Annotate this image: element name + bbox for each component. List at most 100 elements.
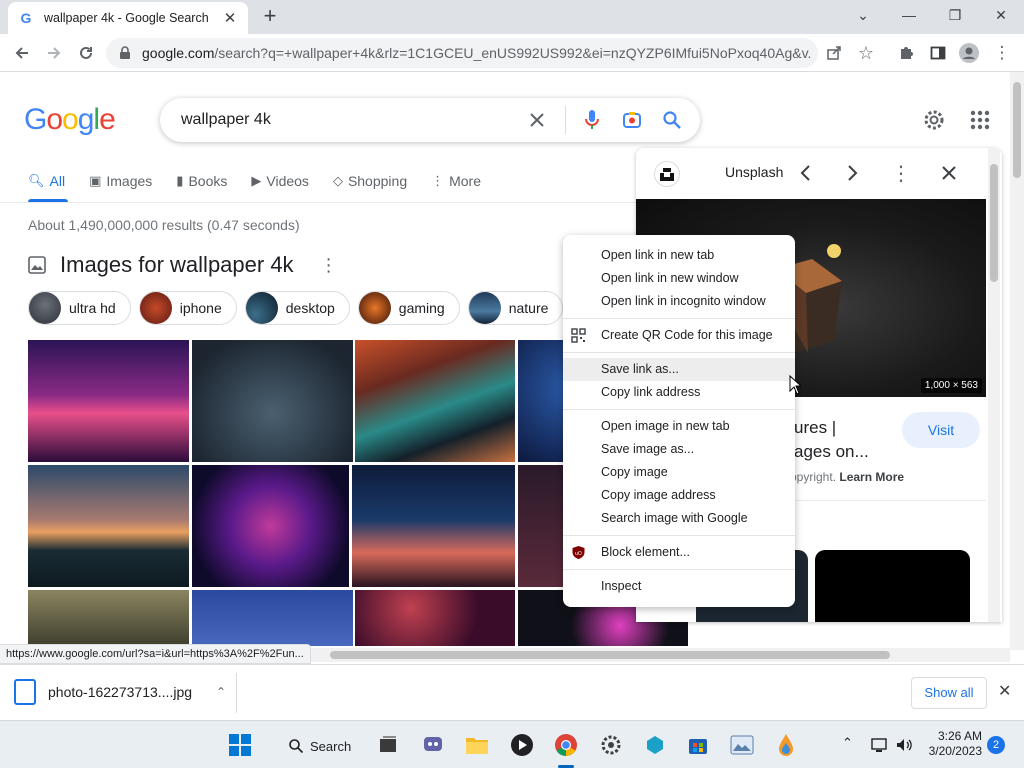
profile-button[interactable]	[957, 41, 981, 65]
photos-button[interactable]	[728, 731, 756, 759]
download-item[interactable]: photo-162273713....jpg ⌃	[14, 679, 226, 705]
more-vert-icon[interactable]: ⋮	[320, 255, 338, 276]
menu-save-link-as[interactable]: Save link as...	[563, 358, 795, 381]
tab-more[interactable]: ⋮ More	[431, 170, 481, 192]
menu-open-link-new-tab[interactable]: Open link in new tab	[563, 244, 795, 267]
visit-button[interactable]: Visit	[902, 412, 980, 448]
settings-app-button[interactable]	[597, 731, 625, 759]
google-logo[interactable]: Google	[24, 103, 116, 137]
tab-search-icon[interactable]: ⌄	[840, 0, 886, 30]
unsplash-logo-icon[interactable]	[654, 161, 680, 187]
menu-block-element[interactable]: uO Block element...	[563, 541, 795, 564]
related-image[interactable]	[815, 550, 970, 622]
menu-copy-image-address[interactable]: Copy image address	[563, 484, 795, 507]
camera-lens-icon[interactable]	[620, 108, 644, 132]
panel-scrollbar[interactable]	[988, 148, 1000, 622]
search-icon[interactable]	[660, 108, 684, 132]
search-input[interactable]: wallpaper 4k	[181, 111, 525, 129]
address-bar[interactable]: google.com/search?q=+wallpaper+4k&rlz=1C…	[106, 38, 818, 68]
previous-image-button[interactable]	[794, 162, 816, 184]
side-panel-button[interactable]	[926, 41, 950, 65]
bookmark-star-button[interactable]: ☆	[854, 41, 878, 65]
tab-videos[interactable]: ▶ Videos	[251, 170, 309, 192]
chrome-taskbar-button[interactable]	[552, 731, 580, 759]
url-host: google.com	[142, 45, 215, 61]
chip-desktop[interactable]: desktop	[244, 291, 350, 325]
tab-images[interactable]: ▣ Images	[89, 170, 152, 192]
chevron-up-icon[interactable]: ⌃	[216, 685, 226, 699]
chip-gaming[interactable]: gaming	[357, 291, 460, 325]
taskbar-clock[interactable]: 3:26 AM 3/20/2023	[920, 729, 982, 759]
image-result-trees[interactable]	[28, 590, 189, 646]
chip-nature[interactable]: nature	[467, 291, 564, 325]
tab-shopping[interactable]: ◇ Shopping	[333, 170, 407, 192]
chip-iphone[interactable]: iphone	[138, 291, 237, 325]
settings-gear-icon[interactable]	[922, 108, 948, 134]
new-tab-button[interactable]: +	[258, 5, 282, 29]
image-result-planet-horizon[interactable]	[352, 465, 515, 587]
book-icon: ▮	[176, 173, 184, 188]
show-all-downloads-button[interactable]: Show all	[911, 677, 987, 709]
start-button[interactable]	[226, 731, 254, 759]
lock-icon[interactable]	[118, 46, 132, 60]
panel-scroll-thumb[interactable]	[990, 164, 998, 282]
chat-app-button[interactable]	[419, 731, 447, 759]
back-button[interactable]	[10, 41, 34, 65]
restore-button[interactable]: ❐	[932, 0, 978, 30]
menu-open-link-incognito[interactable]: Open link in incognito window	[563, 290, 795, 313]
reload-button[interactable]	[74, 41, 98, 65]
image-result-synthwave-car[interactable]	[28, 340, 189, 462]
horizontal-scroll-thumb[interactable]	[330, 651, 890, 659]
menu-create-qr-code[interactable]: Create QR Code for this image	[563, 324, 795, 347]
show-hidden-icons-chevron[interactable]: ⌃	[842, 735, 853, 751]
browser-tab[interactable]: G wallpaper 4k - Google Search ✕	[8, 2, 248, 34]
close-preview-button[interactable]	[938, 162, 960, 184]
store-button[interactable]	[684, 731, 712, 759]
search-box[interactable]: wallpaper 4k	[160, 98, 700, 142]
image-result-pyramid[interactable]	[192, 340, 353, 462]
volume-icon[interactable]	[890, 731, 918, 759]
tab-books[interactable]: ▮ Books	[176, 170, 227, 192]
preview-source-name[interactable]: Unsplash	[725, 164, 783, 180]
app-button[interactable]	[641, 731, 669, 759]
results-count: About 1,490,000,000 results (0.47 second…	[28, 217, 300, 233]
clear-search-icon[interactable]	[525, 108, 549, 132]
share-icon	[827, 46, 841, 60]
share-button[interactable]	[822, 41, 846, 65]
image-result-blue-sky[interactable]	[192, 590, 353, 646]
tab-all[interactable]: 🔍︎ All	[28, 170, 65, 192]
image-result-cosmic-cat[interactable]	[192, 465, 349, 587]
preview-more-options[interactable]: ⋮	[890, 162, 912, 185]
menu-open-link-new-window[interactable]: Open link in new window	[563, 267, 795, 290]
chip-ultra-hd[interactable]: ultra hd	[28, 291, 131, 325]
vertical-scroll-thumb[interactable]	[1013, 82, 1021, 178]
google-apps-icon[interactable]	[970, 110, 992, 132]
learn-more-link[interactable]: Learn More	[839, 470, 904, 484]
menu-search-image-google[interactable]: Search image with Google	[563, 507, 795, 530]
menu-copy-link-address[interactable]: Copy link address	[563, 381, 795, 404]
notification-badge[interactable]: 2	[987, 736, 1005, 754]
task-view-button[interactable]	[374, 731, 402, 759]
media-player-button[interactable]	[508, 731, 536, 759]
microphone-icon[interactable]	[580, 108, 604, 132]
image-result-red-planet[interactable]	[355, 590, 515, 646]
file-explorer-button[interactable]	[463, 731, 491, 759]
menu-copy-image[interactable]: Copy image	[563, 461, 795, 484]
page-vertical-scrollbar[interactable]	[1010, 72, 1024, 650]
close-tab-icon[interactable]: ✕	[222, 9, 238, 27]
minimize-button[interactable]: —	[886, 0, 932, 30]
menu-open-image-new-tab[interactable]: Open image in new tab	[563, 415, 795, 438]
menu-inspect[interactable]: Inspect	[563, 575, 795, 598]
browser-menu-button[interactable]: ⋮	[990, 41, 1014, 65]
preview-title[interactable]: ures | ages on...	[794, 416, 869, 464]
window-close-button[interactable]: ✕	[978, 0, 1024, 30]
menu-save-image-as[interactable]: Save image as...	[563, 438, 795, 461]
extensions-button[interactable]	[894, 41, 918, 65]
taskbar-search[interactable]: Search	[278, 733, 351, 759]
close-download-shelf-icon[interactable]: ✕	[998, 681, 1011, 701]
image-result-forest-lake[interactable]	[28, 465, 189, 587]
forward-button[interactable]	[42, 41, 66, 65]
image-result-abstract-waves[interactable]	[355, 340, 515, 462]
next-image-button[interactable]	[842, 162, 864, 184]
app-drop-button[interactable]	[772, 731, 800, 759]
